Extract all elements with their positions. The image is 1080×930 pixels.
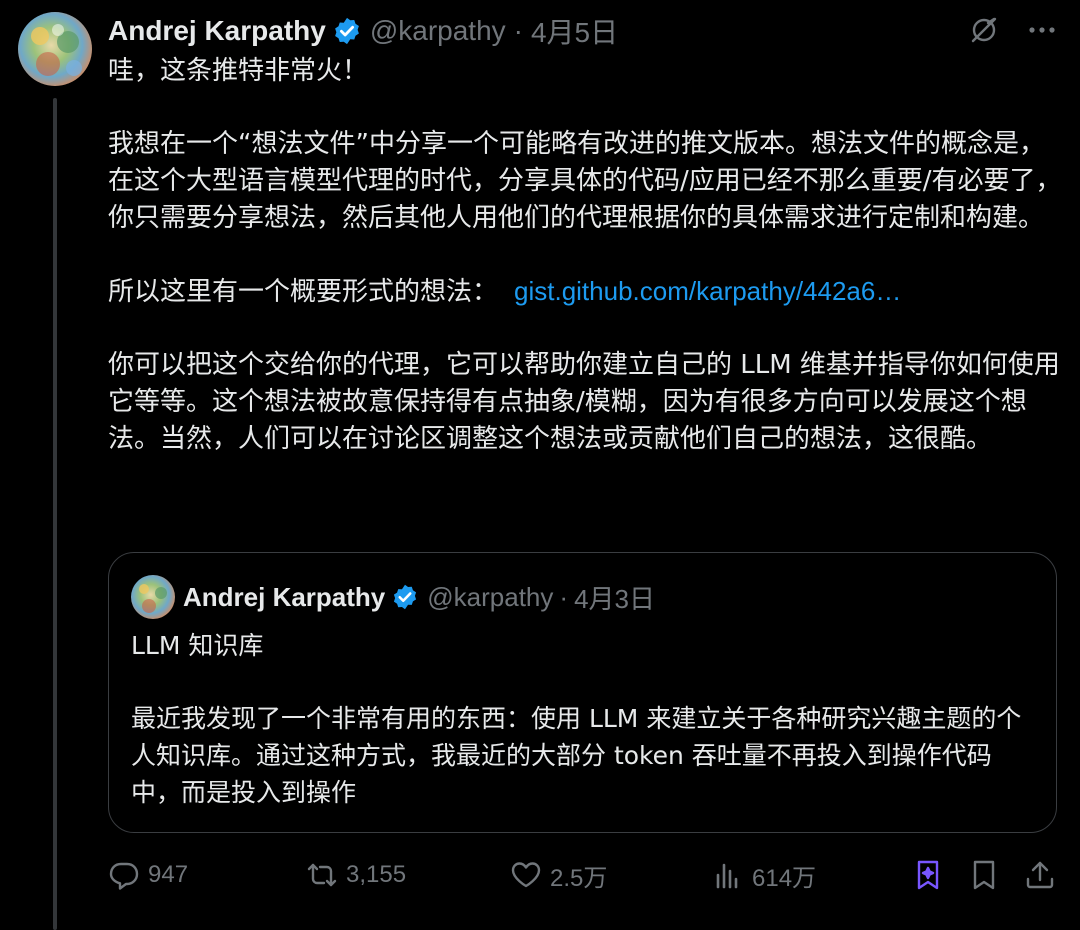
top-actions [968,14,1058,46]
views-icon [716,863,738,889]
separator-dot: · [559,581,569,612]
grok-icon [917,860,939,890]
tweet-header: Andrej Karpathy @karpathy · 4月5日 [108,10,618,52]
quoted-tweet-title: LLM 知识库 [131,631,264,660]
tweet-paragraph: 你可以把这个交给你的代理，它可以帮助你建立自己的 LLM 维基并指导你如何使用它… [108,350,1060,454]
view-count: 614万 [752,864,817,892]
grok-button[interactable] [912,852,944,898]
quoted-author-name: Andrej Karpathy [183,581,386,612]
share-icon [1026,861,1054,889]
retweet-icon [307,863,337,887]
thread-line [53,98,57,930]
retweet-count: 3,155 [346,861,407,888]
tweet-body: 哇，这条推特非常火！ 我想在一个“想法文件”中分享一个可能略有改进的推文版本。想… [108,53,1068,458]
tweet-paragraph: 我想在一个“想法文件”中分享一个可能略有改进的推文版本。想法文件的概念是，在这个… [108,129,1062,233]
reply-count: 947 [148,861,189,888]
author-name[interactable]: Andrej Karpathy [108,15,326,47]
quoted-tweet-header: Andrej Karpathy @karpathy · 4月3日 [131,575,655,619]
views-button[interactable]: 614万 [712,852,816,898]
tweet-paragraph: 哇，这条推特非常火！ [108,56,369,86]
gist-link[interactable]: gist.github.com/karpathy/442a6… [514,276,901,306]
like-count: 2.5万 [550,864,608,892]
quoted-tweet-body: LLM 知识库 最近我发现了一个非常有用的东西：使用 LLM 来建立关于各种研究… [131,627,1036,811]
quoted-author-handle: @karpathy [427,581,554,612]
bookmark-icon [973,860,995,890]
bookmark-button[interactable] [968,852,1000,898]
separator-dot: · [513,15,523,46]
quoted-tweet-card[interactable]: Andrej Karpathy @karpathy · 4月3日 LLM 知识库… [108,552,1057,833]
like-button[interactable]: 2.5万 [510,852,607,898]
like-icon [511,862,541,888]
tweet-date[interactable]: 4月5日 [531,11,618,51]
quoted-tweet-date: 4月3日 [574,583,655,614]
avatar[interactable] [18,12,92,86]
share-button[interactable] [1024,852,1056,898]
tweet-paragraph: 所以这里有一个概要形式的想法： [108,277,499,307]
author-handle[interactable]: @karpathy [370,15,506,47]
verified-badge-icon [334,17,359,45]
more-icon[interactable] [1026,14,1058,46]
tweet-paragraph-with-link: 所以这里有一个概要形式的想法： gist.github.com/karpathy/… [108,273,1068,311]
reply-button[interactable]: 947 [108,852,188,898]
retweet-button[interactable]: 3,155 [306,852,406,898]
quoted-tweet-text: 最近我发现了一个非常有用的东西：使用 LLM 来建立关于各种研究兴趣主题的个人知… [131,704,1022,807]
quoted-avatar [131,575,175,619]
reply-icon [109,862,139,890]
verified-badge-icon [394,584,417,610]
grok-off-icon[interactable] [968,14,1000,46]
action-bar: 947 3,155 2.5万 614万 [108,852,1060,898]
